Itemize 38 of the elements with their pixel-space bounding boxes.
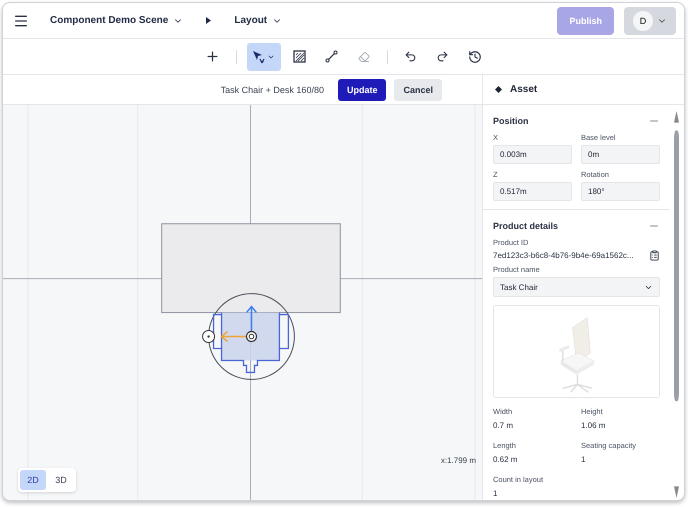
- caret-right-icon: [206, 17, 212, 24]
- breadcrumb[interactable]: Component Demo Scene: [47, 12, 186, 29]
- update-button[interactable]: Update: [338, 78, 386, 100]
- section-title: Product details: [493, 221, 558, 231]
- product-select[interactable]: Task Chair: [493, 277, 660, 297]
- cursor-icon: [252, 50, 266, 64]
- input-field[interactable]: 0.003m: [493, 145, 572, 164]
- select-tool[interactable]: [246, 42, 280, 70]
- clipboard-icon[interactable]: [649, 250, 660, 261]
- account-button[interactable]: D: [624, 6, 676, 34]
- panel-title: Asset: [510, 84, 538, 95]
- input-field[interactable]: 180°: [581, 182, 660, 201]
- selection-label: Task Chair + Desk 160/80: [220, 84, 324, 94]
- hatched-square-icon: [293, 50, 306, 63]
- spec-value: 1.06 m: [581, 421, 606, 431]
- section-title: Position: [493, 116, 528, 126]
- plus-icon: [205, 49, 220, 64]
- product-id: 7ed123c3-b6c8-4b76-9b4e-69a1562c...: [493, 250, 634, 261]
- undo-icon: [404, 50, 417, 63]
- breadcrumb[interactable]: Layout: [231, 12, 286, 29]
- scrollbar[interactable]: [673, 111, 680, 498]
- line-icon: [325, 50, 338, 63]
- spec-value: 0.7 m: [493, 421, 514, 431]
- cancel-button[interactable]: Cancel: [394, 78, 442, 100]
- eraser-icon: [358, 50, 370, 62]
- input-field[interactable]: 0.517m: [493, 182, 572, 201]
- spec-value: 0.62 m: [493, 455, 518, 465]
- avatar: D: [633, 10, 653, 30]
- view-option[interactable]: 3D: [48, 470, 74, 490]
- redo-icon: [436, 50, 449, 63]
- coordinate-readout: x:1.799 m: [440, 456, 476, 465]
- menu-icon[interactable]: [13, 12, 29, 28]
- view-option[interactable]: 2D: [20, 470, 46, 490]
- spec-value: 1: [493, 489, 498, 499]
- spec-value: 1: [581, 455, 586, 465]
- history-icon: [468, 50, 482, 64]
- input-field[interactable]: 0m: [581, 145, 660, 164]
- diamond-icon: [495, 86, 502, 93]
